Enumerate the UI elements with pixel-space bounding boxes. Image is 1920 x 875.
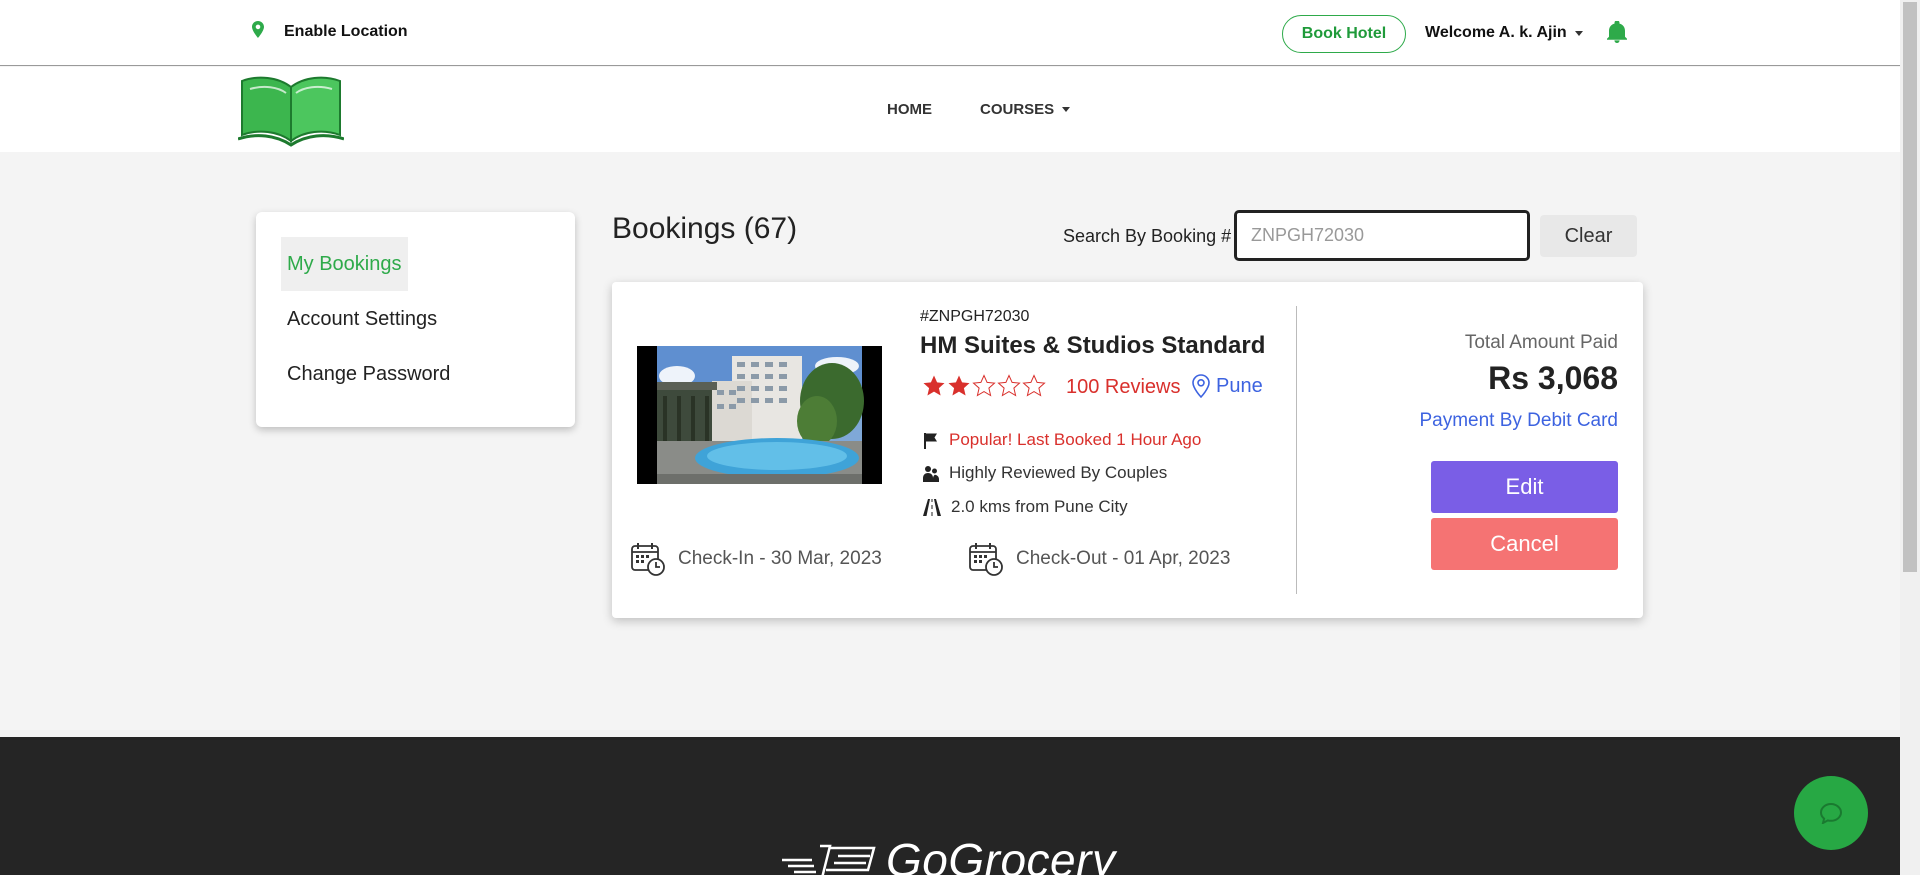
chat-bubble-icon xyxy=(1819,802,1843,824)
feature-popular: Popular! Last Booked 1 Hour Ago xyxy=(923,430,1201,450)
hotel-image[interactable] xyxy=(637,346,882,484)
checkin-date: Check-In - 30 Mar, 2023 xyxy=(630,541,882,577)
user-menu[interactable]: Welcome A. k. Ajin xyxy=(1425,24,1583,42)
feature-popular-label: Popular! Last Booked 1 Hour Ago xyxy=(949,430,1202,449)
payment-method: Payment By Debit Card xyxy=(1419,410,1618,431)
star-rating xyxy=(922,374,1046,398)
flag-icon xyxy=(924,432,937,449)
footer: GoGrocery xyxy=(0,737,1900,875)
calendar-clock-icon xyxy=(631,543,665,576)
couple-icon xyxy=(923,465,939,482)
map-pin-icon xyxy=(1192,374,1210,398)
account-sidebar: My Bookings Account Settings Change Pass… xyxy=(256,212,575,427)
chat-button[interactable] xyxy=(1794,776,1868,850)
cancel-button[interactable]: Cancel xyxy=(1431,518,1618,570)
sidebar-item-account-settings[interactable]: Account Settings xyxy=(281,292,443,346)
booking-number: #ZNPGH72030 xyxy=(920,308,1030,325)
checkout-label: Check-Out - 01 Apr, 2023 xyxy=(1016,548,1231,569)
nav-bar: HOME COURSES xyxy=(0,67,1900,152)
book-hotel-button[interactable]: Book Hotel xyxy=(1282,15,1406,53)
nav-home-link[interactable]: HOME xyxy=(887,101,932,118)
page-scrollbar[interactable] xyxy=(1900,0,1920,875)
sidebar-item-my-bookings[interactable]: My Bookings xyxy=(281,237,408,291)
feature-couples-label: Highly Reviewed By Couples xyxy=(949,463,1168,482)
calendar-clock-icon xyxy=(969,543,1003,576)
edit-button[interactable]: Edit xyxy=(1431,461,1618,513)
checkin-label: Check-In - 30 Mar, 2023 xyxy=(678,548,882,569)
enable-location-label: Enable Location xyxy=(284,23,408,40)
star-filled-icon xyxy=(948,375,970,396)
feature-distance-label: 2.0 kms from Pune City xyxy=(951,497,1128,516)
feature-distance: 2.0 kms from Pune City xyxy=(923,497,1128,517)
feature-couples: Highly Reviewed By Couples xyxy=(923,463,1167,483)
city-label: Pune xyxy=(1216,374,1263,397)
booking-card: #ZNPGH72030 HM Suites & Studios Standard… xyxy=(612,282,1643,618)
checkout-date: Check-Out - 01 Apr, 2023 xyxy=(968,541,1230,577)
sidebar-item-change-password[interactable]: Change Password xyxy=(281,347,456,401)
nav-courses-dropdown[interactable]: COURSES xyxy=(980,101,1071,118)
total-amount-label: Total Amount Paid xyxy=(1464,332,1618,353)
star-empty-icon xyxy=(972,374,996,397)
total-amount: Rs 3,068 xyxy=(1488,360,1618,396)
page-title: Bookings (67) xyxy=(612,212,798,245)
footer-logo[interactable]: GoGrocery xyxy=(780,833,1115,875)
search-label: Search By Booking # xyxy=(1063,226,1232,246)
star-empty-icon xyxy=(1022,374,1046,397)
clear-button[interactable]: Clear xyxy=(1540,215,1637,257)
bell-icon[interactable] xyxy=(1607,20,1627,48)
booking-search-input[interactable] xyxy=(1234,210,1530,261)
chevron-down-icon xyxy=(1062,107,1071,112)
reviews-link[interactable]: 100 Reviews xyxy=(1066,376,1181,399)
delivery-cart-icon xyxy=(782,844,876,875)
star-filled-icon xyxy=(923,375,945,396)
location-pin-icon xyxy=(252,21,264,43)
road-icon xyxy=(923,498,941,516)
chevron-down-icon xyxy=(1574,30,1583,36)
card-divider xyxy=(1296,306,1297,594)
star-empty-icon xyxy=(997,374,1021,397)
top-bar: Enable Location Book Hotel Welcome A. k.… xyxy=(0,0,1900,66)
footer-brand: GoGrocery xyxy=(886,834,1116,875)
hotel-name[interactable]: HM Suites & Studios Standard xyxy=(920,332,1265,360)
nav-courses-label: COURSES xyxy=(980,101,1055,118)
scrollbar-thumb[interactable] xyxy=(1903,2,1917,572)
welcome-label: Welcome A. k. Ajin xyxy=(1425,24,1567,41)
city-link[interactable]: Pune xyxy=(1192,374,1263,398)
book-logo-icon[interactable] xyxy=(237,73,345,152)
enable-location[interactable]: Enable Location xyxy=(252,21,408,43)
